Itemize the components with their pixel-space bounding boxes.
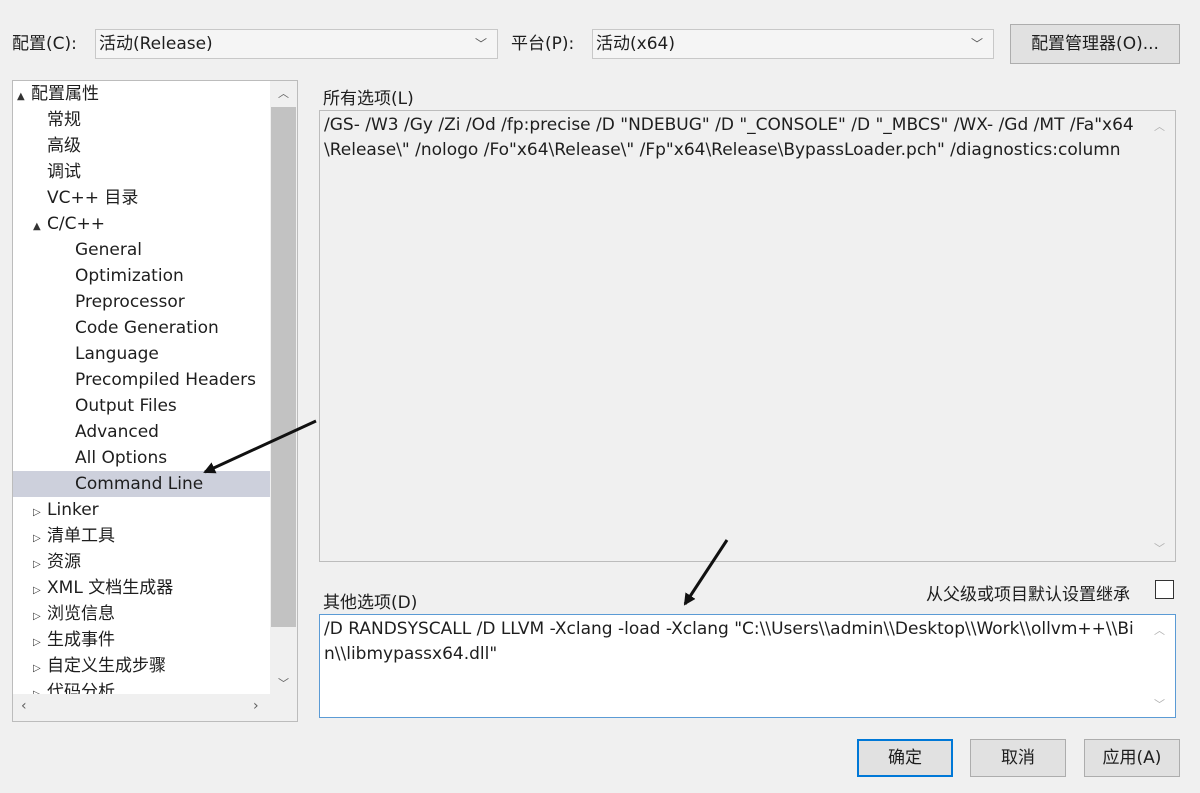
- tree-item-label: Advanced: [75, 422, 159, 442]
- other-options-label: 其他选项(D): [323, 593, 418, 613]
- tree-item[interactable]: 常规: [13, 107, 271, 133]
- tree-item-label: All Options: [75, 448, 168, 468]
- scroll-thumb[interactable]: [271, 107, 296, 627]
- tree-item-label: XML 文档生成器: [47, 578, 174, 598]
- tree-item[interactable]: ▷ 资源: [13, 549, 271, 575]
- tree-item-label: 清单工具: [47, 526, 115, 546]
- ok-button[interactable]: 确定: [857, 739, 953, 777]
- tree-item-label: 调试: [47, 162, 81, 182]
- tree-item[interactable]: 高级: [13, 133, 271, 159]
- scroll-up-icon[interactable]: ︿: [1154, 118, 1165, 134]
- scroll-right-icon[interactable]: ›: [253, 698, 259, 714]
- scroll-up-icon[interactable]: ︿: [1154, 622, 1165, 638]
- tree-item-label: VC++ 目录: [47, 188, 139, 208]
- tree-item[interactable]: ▲ 配置属性: [13, 81, 271, 107]
- tree-item-label: C/C++: [47, 214, 105, 234]
- tree-item[interactable]: Code Generation: [13, 315, 271, 341]
- tree-item-label: 浏览信息: [47, 604, 115, 624]
- tree-item[interactable]: Precompiled Headers: [13, 367, 271, 393]
- tree-item[interactable]: Advanced: [13, 419, 271, 445]
- tree-item[interactable]: ▷ 浏览信息: [13, 601, 271, 627]
- tree-item[interactable]: General: [13, 237, 271, 263]
- tree-item-label: Code Generation: [75, 318, 219, 338]
- other-options-textbox[interactable]: /D RANDSYSCALL /D LLVM -Xclang -load -Xc…: [319, 614, 1176, 718]
- tree-item-label: Linker: [47, 500, 99, 520]
- inherit-checkbox[interactable]: [1155, 580, 1174, 599]
- tree-item-label: 常规: [47, 110, 81, 130]
- scroll-down-icon[interactable]: ﹀: [1154, 540, 1165, 556]
- tree-item[interactable]: ▷ 清单工具: [13, 523, 271, 549]
- tree-item-label: Output Files: [75, 396, 177, 416]
- tree-item[interactable]: Optimization: [13, 263, 271, 289]
- config-value: 活动(Release): [99, 34, 213, 54]
- tree-item-label: Language: [75, 344, 159, 364]
- tree-item[interactable]: Command Line: [13, 471, 271, 497]
- tree-item[interactable]: Preprocessor: [13, 289, 271, 315]
- property-tree: ▲ 配置属性常规高级调试 VC++ 目录 ▲ C/C++ General Optimizat…: [12, 80, 298, 722]
- platform-value: 活动(x64): [596, 34, 675, 54]
- tree-item[interactable]: Output Files: [13, 393, 271, 419]
- tree-item-label: 高级: [47, 136, 81, 156]
- platform-label: 平台(P):: [511, 34, 575, 54]
- property-pages-dialog: 配置(C): 活动(Release) ﹀ 平台(P): 活动(x64) ﹀ 配置…: [0, 0, 1200, 793]
- scroll-left-icon[interactable]: ‹: [21, 698, 27, 714]
- tree-item[interactable]: ▲ C/C++: [13, 211, 271, 237]
- tree-item[interactable]: 调试: [13, 159, 271, 185]
- tree-item-label: General: [75, 240, 142, 260]
- config-manager-button[interactable]: 配置管理器(O)...: [1010, 24, 1180, 64]
- config-label: 配置(C):: [12, 34, 77, 54]
- tree-item-label: Precompiled Headers: [75, 370, 256, 390]
- all-options-textbox[interactable]: /GS- /W3 /Gy /Zi /Od /fp:precise /D "NDE…: [319, 110, 1176, 562]
- chevron-down-icon: ﹀: [474, 37, 487, 51]
- tree-item-label: 资源: [47, 552, 81, 572]
- platform-combo[interactable]: 活动(x64) ﹀: [592, 29, 994, 59]
- tree-item-label: Preprocessor: [75, 292, 185, 312]
- config-combo[interactable]: 活动(Release) ﹀: [95, 29, 498, 59]
- tree-item[interactable]: ▷ 生成事件: [13, 627, 271, 653]
- scroll-down-icon[interactable]: ﹀: [1154, 696, 1165, 712]
- tree-item-label: 自定义生成步骤: [47, 656, 166, 676]
- scroll-down-icon[interactable]: ﹀: [270, 675, 297, 691]
- tree-item-label: Optimization: [75, 266, 184, 286]
- tree-item-label: Command Line: [75, 474, 204, 494]
- scroll-up-icon[interactable]: ︿: [270, 85, 297, 101]
- tree-horizontal-scrollbar[interactable]: ‹ ›: [13, 694, 297, 721]
- tree-item[interactable]: ▷ Linker: [13, 497, 271, 523]
- tree-item-label: 生成事件: [47, 630, 115, 650]
- cancel-button[interactable]: 取消: [970, 739, 1066, 777]
- inherit-label: 从父级或项目默认设置继承: [926, 585, 1130, 605]
- tree-item[interactable]: Language: [13, 341, 271, 367]
- tree-item[interactable]: ▷ 自定义生成步骤: [13, 653, 271, 679]
- tree-item[interactable]: VC++ 目录: [13, 185, 271, 211]
- tree-vertical-scrollbar[interactable]: ︿ ﹀: [270, 81, 297, 695]
- tree-item-label: 配置属性: [31, 84, 99, 104]
- apply-button[interactable]: 应用(A): [1084, 739, 1180, 777]
- tree-item[interactable]: ▷ XML 文档生成器: [13, 575, 271, 601]
- tree-list: ▲ 配置属性常规高级调试 VC++ 目录 ▲ C/C++ General Optimizat…: [13, 81, 271, 705]
- chevron-down-icon: ﹀: [970, 37, 983, 51]
- all-options-label: 所有选项(L): [323, 89, 414, 109]
- tree-item[interactable]: All Options: [13, 445, 271, 471]
